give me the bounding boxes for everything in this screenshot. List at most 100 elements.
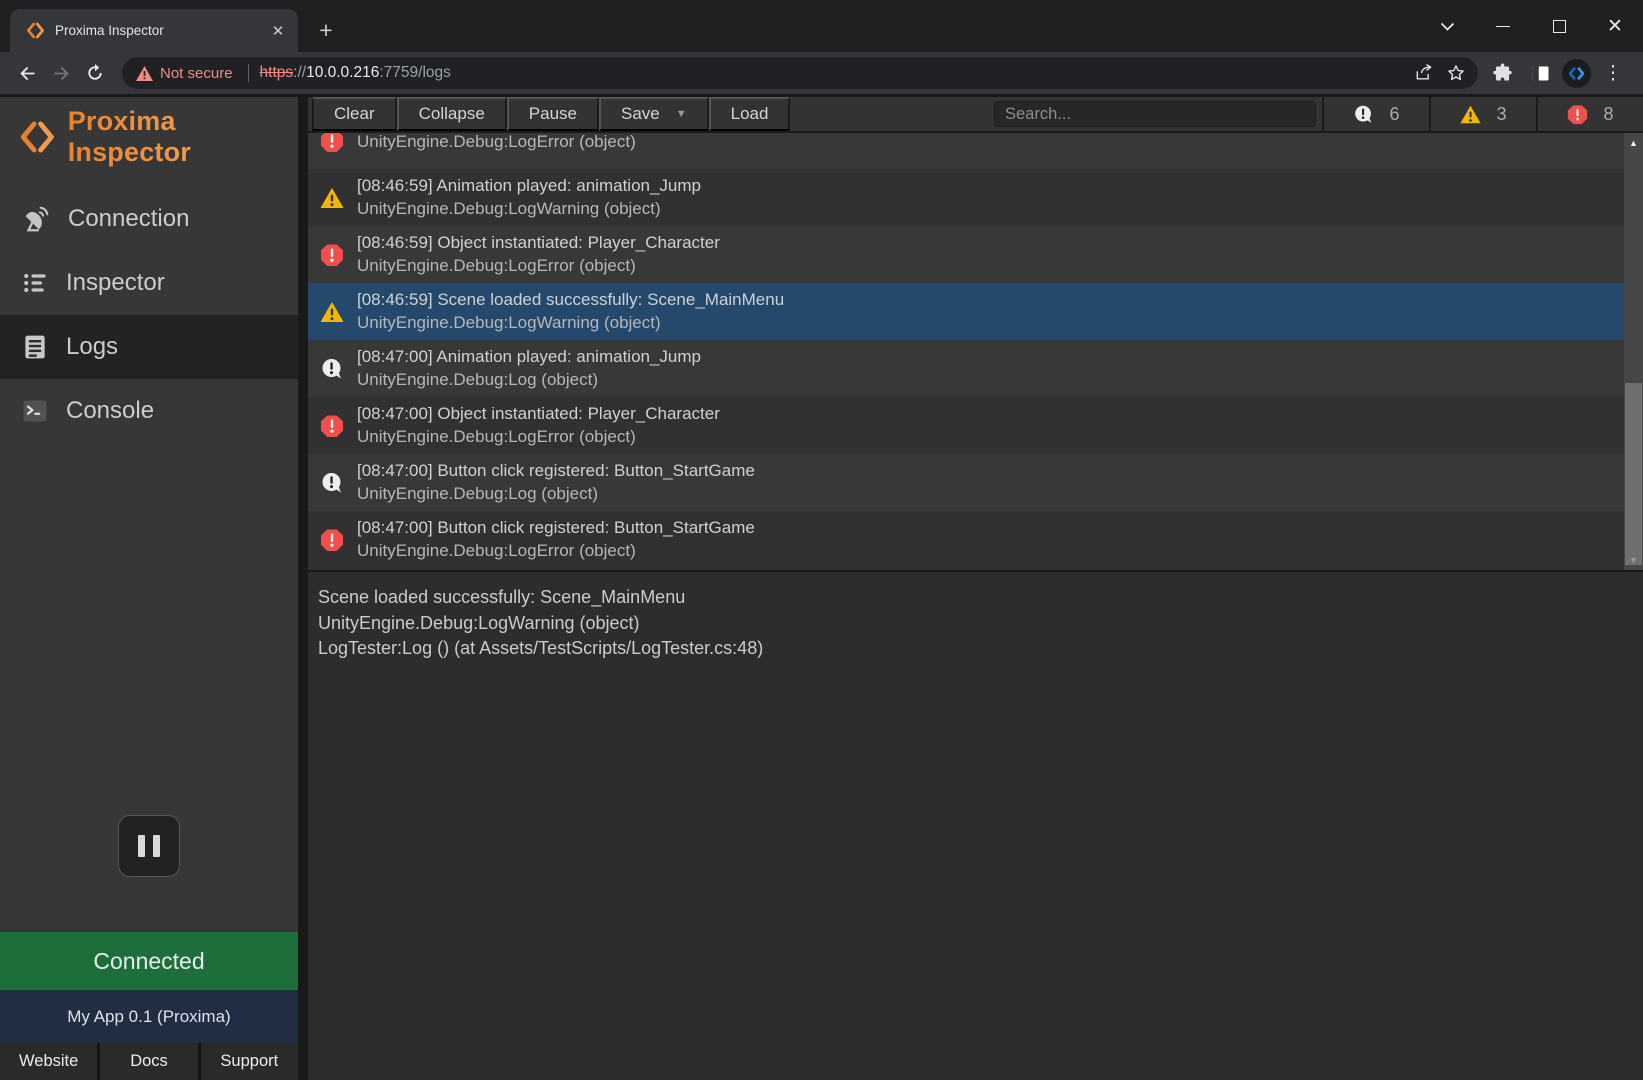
footer-link-website[interactable]: Website <box>0 1043 97 1080</box>
save-button[interactable]: Save▼ <box>599 97 709 131</box>
new-tab-button[interactable]: + <box>310 14 342 46</box>
scroll-down-icon[interactable]: ▼ <box>1624 552 1643 568</box>
window-close-button[interactable]: ✕ <box>1587 0 1643 52</box>
tab-title: Proxima Inspector <box>55 23 268 38</box>
detail-line: UnityEngine.Debug:LogWarning (object) <box>318 611 1643 637</box>
pause-button[interactable]: Pause <box>507 97 599 131</box>
window-maximize-button[interactable] <box>1531 0 1587 52</box>
proxima-extension-icon[interactable] <box>1562 59 1591 88</box>
scroll-up-icon[interactable]: ▲ <box>1624 135 1643 151</box>
log-stack: UnityEngine.Debug:LogError (object) <box>357 133 636 152</box>
app-info-bar: My App 0.1 (Proxima) <box>0 990 298 1043</box>
sidebar-item-logs[interactable]: Logs <box>0 315 298 379</box>
load-button[interactable]: Load <box>709 97 791 131</box>
log-scrollbar[interactable]: ▲ ▼ <box>1624 133 1643 570</box>
logs-page: Clear Collapse Pause Save▼ Load 6 3 <box>308 97 1643 1080</box>
search-input[interactable] <box>994 101 1316 127</box>
url-scheme-separator: :// <box>293 64 306 81</box>
url-divider <box>248 64 249 82</box>
error-count: 8 <box>1603 104 1613 125</box>
detail-line: Scene loaded successfully: Scene_MainMen… <box>318 585 1643 611</box>
log-row[interactable]: [08:46:59] Animation played: animation_J… <box>308 169 1624 226</box>
log-row[interactable]: [08:47:00] Object instantiated: Player_C… <box>308 397 1624 454</box>
url-path: :7759/logs <box>379 64 451 81</box>
error-icon <box>320 133 344 153</box>
log-stack: UnityEngine.Debug:LogError (object) <box>357 256 720 276</box>
sidebar: Proxima Inspector Connection Inspector <box>0 97 308 1080</box>
info-icon <box>320 357 344 381</box>
sidebar-item-console[interactable]: Console <box>0 379 298 443</box>
forward-icon[interactable] <box>44 56 78 90</box>
url-scheme: https <box>260 64 294 81</box>
error-icon <box>320 528 344 552</box>
log-row[interactable]: [08:47:00] Button click registered: Butt… <box>308 454 1624 511</box>
footer-link-docs[interactable]: Docs <box>97 1043 197 1080</box>
error-filter-badge[interactable]: 8 <box>1536 97 1643 131</box>
scrollbar-thumb[interactable] <box>1625 383 1642 565</box>
footer-link-support[interactable]: Support <box>198 1043 298 1080</box>
warning-icon <box>320 300 344 324</box>
console-terminal-icon <box>21 397 49 425</box>
log-message: [08:47:00] Button click registered: Butt… <box>357 461 755 481</box>
detail-line: LogTester:Log () (at Assets/TestScripts/… <box>318 636 1643 662</box>
collapse-button[interactable]: Collapse <box>397 97 507 131</box>
sidebar-item-connection[interactable]: Connection <box>0 187 298 251</box>
sidebar-item-label: Logs <box>66 333 118 361</box>
url-bar[interactable]: Not secure https://10.0.0.216:7759/logs <box>122 57 1478 89</box>
browser-address-bar: Not secure https://10.0.0.216:7759/logs … <box>0 52 1643 94</box>
browser-tab[interactable]: Proxima Inspector ✕ <box>10 9 298 52</box>
log-message: [08:46:59] Scene loaded successfully: Sc… <box>357 290 784 310</box>
connection-status-bar: Connected <box>0 932 298 990</box>
log-stack: UnityEngine.Debug:Log (object) <box>357 370 701 390</box>
tab-close-icon[interactable]: ✕ <box>268 21 288 41</box>
log-stack: UnityEngine.Debug:Log (object) <box>357 484 755 504</box>
log-stack: UnityEngine.Debug:LogWarning (object) <box>357 313 784 333</box>
browser-menu-icon[interactable]: ⋮ <box>1597 57 1629 89</box>
back-icon[interactable] <box>10 56 44 90</box>
log-message: [08:47:00] Button click registered: Butt… <box>357 518 755 538</box>
brand: Proxima Inspector <box>0 97 298 157</box>
pause-stream-button[interactable] <box>118 815 180 877</box>
save-dropdown-caret-icon[interactable]: ▼ <box>676 108 687 120</box>
warning-filter-badge[interactable]: 3 <box>1429 97 1536 131</box>
log-message: [08:47:00] Animation played: animation_J… <box>357 347 701 367</box>
share-icon[interactable] <box>1408 57 1440 89</box>
tab-search-chevron-icon[interactable] <box>1419 0 1475 52</box>
info-filter-badge[interactable]: 6 <box>1322 97 1429 131</box>
satellite-dish-icon <box>21 204 51 234</box>
info-count: 6 <box>1389 104 1399 125</box>
browser-titlebar: Proxima Inspector ✕ + ✕ <box>0 0 1643 52</box>
extensions-puzzle-icon[interactable] <box>1486 57 1518 89</box>
sidebar-item-inspector[interactable]: Inspector <box>0 251 298 315</box>
pause-icon <box>138 835 145 857</box>
log-message: [08:47:00] Object instantiated: Player_C… <box>357 404 720 424</box>
log-row-selected[interactable]: [08:46:59] Scene loaded successfully: Sc… <box>308 283 1624 340</box>
log-stack: UnityEngine.Debug:LogWarning (object) <box>357 199 701 219</box>
warning-count-icon <box>1460 105 1481 124</box>
bookmark-star-icon[interactable] <box>1440 57 1472 89</box>
info-count-icon <box>1353 104 1374 125</box>
warning-icon <box>320 186 344 210</box>
side-panel-icon[interactable] <box>1524 57 1556 89</box>
clear-button[interactable]: Clear <box>312 97 397 131</box>
log-row[interactable]: UnityEngine.Debug:LogError (object) <box>308 133 1624 169</box>
error-icon <box>320 243 344 267</box>
log-row[interactable]: [08:47:00] Button click registered: Butt… <box>308 511 1624 568</box>
log-list: UnityEngine.Debug:LogError (object) [08:… <box>308 133 1643 570</box>
proxima-favicon-icon <box>26 21 45 40</box>
not-secure-label[interactable]: Not secure <box>160 65 233 82</box>
window-controls: ✕ <box>1419 0 1643 52</box>
error-icon <box>320 414 344 438</box>
reload-icon[interactable] <box>78 56 112 90</box>
logs-document-icon <box>21 333 49 361</box>
log-row[interactable]: [08:46:59] Object instantiated: Player_C… <box>308 226 1624 283</box>
logs-toolbar: Clear Collapse Pause Save▼ Load 6 3 <box>308 97 1643 133</box>
warning-count: 3 <box>1496 104 1506 125</box>
list-tree-icon <box>21 269 49 297</box>
log-detail-panel: Scene loaded successfully: Scene_MainMen… <box>308 570 1643 1080</box>
window-minimize-button[interactable] <box>1475 0 1531 52</box>
log-row[interactable]: [08:47:00] Animation played: animation_J… <box>308 340 1624 397</box>
sidebar-item-label: Inspector <box>66 269 165 297</box>
info-icon <box>320 471 344 495</box>
url-text[interactable]: https://10.0.0.216:7759/logs <box>260 64 451 82</box>
